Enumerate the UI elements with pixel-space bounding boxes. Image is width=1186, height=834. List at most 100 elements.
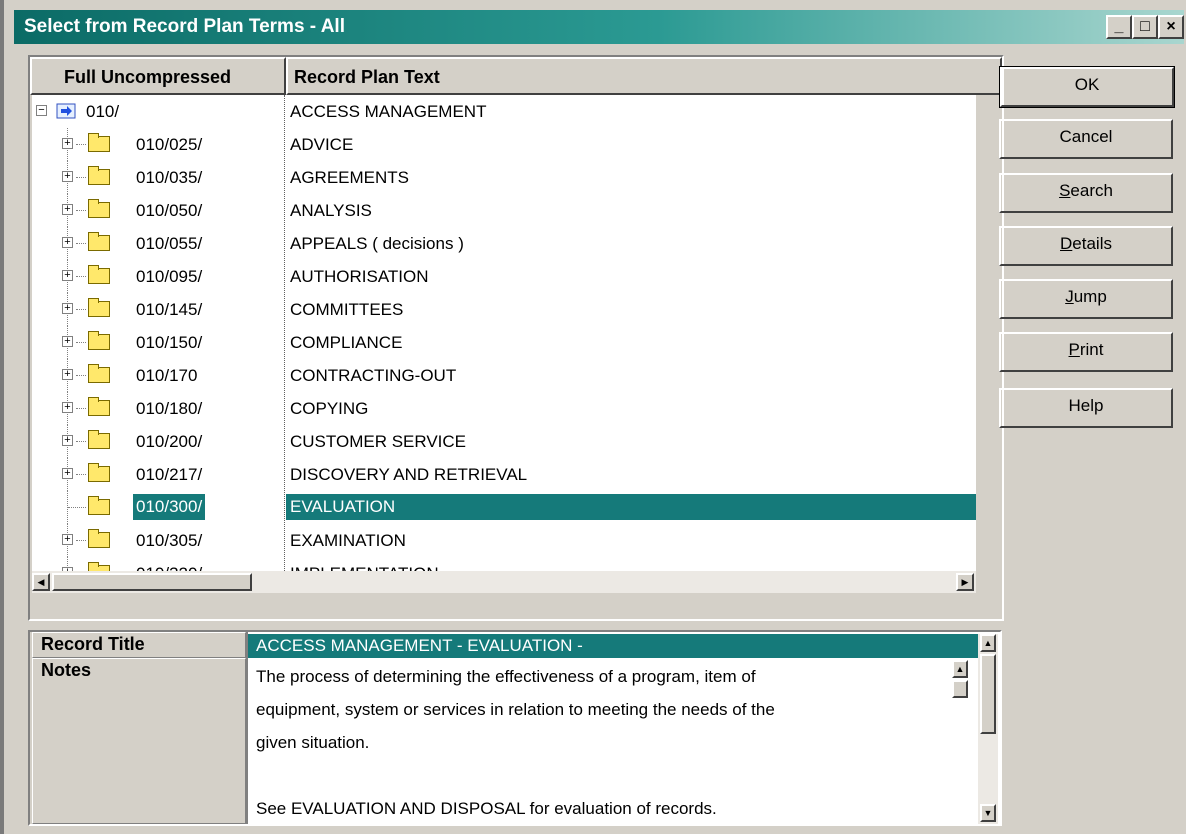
tree-connector xyxy=(76,474,86,475)
tree-node-code: 010/055/ xyxy=(136,234,203,253)
plus-icon[interactable]: + xyxy=(62,336,73,347)
tree-row[interactable]: + 010/170 CONTRACTING-OUT xyxy=(32,359,976,392)
root-folder-icon xyxy=(56,103,76,119)
minimize-button[interactable]: _ xyxy=(1106,15,1132,39)
tree-node-code: 010/320/ xyxy=(136,557,202,571)
tree-connector xyxy=(76,441,86,442)
plus-icon[interactable]: + xyxy=(62,138,73,149)
scroll-thumb[interactable] xyxy=(980,654,996,734)
ok-button-label: OK xyxy=(1074,75,1100,94)
tree-row[interactable]: + 010/055/ APPEALS ( decisions ) xyxy=(32,227,976,260)
folder-icon xyxy=(88,397,110,416)
tree-row[interactable]: + 010/180/ COPYING xyxy=(32,392,976,425)
scroll-thumb[interactable] xyxy=(52,573,252,591)
tree-node-text: EXAMINATION xyxy=(290,531,406,550)
folder-icon xyxy=(88,496,110,515)
notes-text[interactable]: The process of determining the effective… xyxy=(256,660,946,825)
scroll-left-icon[interactable]: ◀ xyxy=(32,573,50,591)
tree-node-text: CUSTOMER SERVICE xyxy=(290,432,467,451)
plus-icon[interactable]: + xyxy=(62,237,73,248)
record-plan-tree[interactable]: − 010/ ACCESS MANAGEMENT + 010/025/ ADVI… xyxy=(32,95,976,571)
search-button-label: earch xyxy=(1070,181,1113,200)
scroll-thumb[interactable] xyxy=(952,680,968,698)
tree-connector xyxy=(76,144,86,145)
record-title-value[interactable]: ACCESS MANAGEMENT - EVALUATION - xyxy=(248,634,978,658)
plus-icon[interactable]: + xyxy=(62,171,73,182)
tree-row[interactable]: + 010/200/ CUSTOMER SERVICE xyxy=(32,425,976,458)
column-header-code[interactable]: Full Uncompressed xyxy=(30,57,286,95)
search-mnemonic: S xyxy=(1059,181,1071,200)
tree-row[interactable]: + 010/145/ COMMITTEES xyxy=(32,293,976,326)
folder-icon xyxy=(88,430,110,449)
tree-row[interactable]: + 010/050/ ANALYSIS xyxy=(32,194,976,227)
tree-connector xyxy=(76,243,86,244)
tree-node-text: APPEALS ( decisions ) xyxy=(290,234,464,253)
tree-node-code: 010/ xyxy=(86,102,120,121)
tree-node-text: CONTRACTING-OUT xyxy=(290,366,457,385)
details-values-area: ACCESS MANAGEMENT - EVALUATION - The pro… xyxy=(246,632,1000,824)
scroll-up-icon[interactable]: ▲ xyxy=(952,660,968,678)
plus-icon[interactable]: + xyxy=(62,303,73,314)
maximize-button[interactable]: □ xyxy=(1132,15,1158,39)
tree-connector xyxy=(76,309,86,310)
tree-row-root[interactable]: − 010/ ACCESS MANAGEMENT xyxy=(32,95,976,128)
plus-icon[interactable]: + xyxy=(62,468,73,479)
minus-icon[interactable]: − xyxy=(36,105,47,116)
notes-label: Notes xyxy=(41,660,92,680)
details-button-label: etails xyxy=(1072,234,1112,253)
tree-panel: Full Uncompressed Record Plan Text − 010… xyxy=(28,55,1004,621)
scroll-up-icon[interactable]: ▲ xyxy=(980,634,996,652)
notes-scrollbar[interactable]: ▲ xyxy=(950,660,970,740)
ok-button[interactable]: OK xyxy=(999,66,1175,108)
help-button[interactable]: Help xyxy=(999,388,1173,428)
tree-node-text: ACCESS MANAGEMENT xyxy=(290,102,487,121)
tree-connector xyxy=(76,276,86,277)
column-header-text[interactable]: Record Plan Text xyxy=(286,57,1002,95)
tree-row[interactable]: + 010/095/ AUTHORISATION xyxy=(32,260,976,293)
plus-icon[interactable]: + xyxy=(62,402,73,413)
notes-line: equipment, system or services in relatio… xyxy=(256,700,775,719)
tree-node-code: 010/150/ xyxy=(136,333,203,352)
plus-icon[interactable]: + xyxy=(62,270,73,281)
tree-row[interactable]: + 010/025/ ADVICE xyxy=(32,128,976,161)
tree-node-code: 010/050/ xyxy=(136,201,203,220)
plus-icon[interactable]: + xyxy=(62,369,73,380)
notes-line: given situation. xyxy=(256,733,370,752)
tree-node-code: 010/300/ xyxy=(133,494,206,520)
tree-row[interactable]: + 010/150/ COMPLIANCE xyxy=(32,326,976,359)
column-header-text-label: Record Plan Text xyxy=(294,67,440,87)
tree-node-text: COMMITTEES xyxy=(290,300,404,319)
scroll-right-icon[interactable]: ▶ xyxy=(956,573,974,591)
close-icon: × xyxy=(1166,18,1176,35)
details-button[interactable]: Details xyxy=(999,226,1173,266)
details-scrollbar[interactable]: ▲ ▼ xyxy=(978,634,998,824)
tree-connector xyxy=(76,210,86,211)
cancel-button[interactable]: Cancel xyxy=(999,119,1173,159)
record-title-label: Record Title xyxy=(41,634,145,654)
plus-icon[interactable]: + xyxy=(62,204,73,215)
scroll-down-icon[interactable]: ▼ xyxy=(980,804,996,822)
column-header-code-label: Full Uncompressed xyxy=(64,67,232,87)
jump-button[interactable]: Jump xyxy=(999,279,1173,319)
tree-node-code: 010/035/ xyxy=(136,168,203,187)
tree-row[interactable]: + 010/217/ DISCOVERY AND RETRIEVAL xyxy=(32,458,976,491)
close-button[interactable]: × xyxy=(1158,15,1184,39)
print-button-label: rint xyxy=(1079,340,1104,359)
tree-row[interactable]: + 010/035/ AGREEMENTS xyxy=(32,161,976,194)
tree-node-text: ADVICE xyxy=(290,135,354,154)
title-bar[interactable]: Select from Record Plan Terms - All _ □ … xyxy=(14,10,1184,44)
notes-label-cell: Notes xyxy=(32,658,246,824)
tree-row[interactable]: + 010/305/ EXAMINATION xyxy=(32,524,976,557)
minimize-icon: _ xyxy=(1114,18,1124,35)
plus-icon[interactable]: + xyxy=(62,534,73,545)
folder-icon xyxy=(88,529,110,548)
print-button[interactable]: Print xyxy=(999,332,1173,372)
details-mnemonic: D xyxy=(1060,234,1073,253)
tree-row[interactable]: + 010/320/ IMPLEMENTATION xyxy=(32,557,976,571)
record-title-label-cell: Record Title xyxy=(32,632,246,658)
tree-horizontal-scrollbar[interactable]: ◀ ▶ xyxy=(32,571,976,593)
tree-row-selected[interactable]: 010/300/ EVALUATION xyxy=(32,491,976,524)
folder-icon xyxy=(88,166,110,185)
plus-icon[interactable]: + xyxy=(62,435,73,446)
search-button[interactable]: Search xyxy=(999,173,1173,213)
